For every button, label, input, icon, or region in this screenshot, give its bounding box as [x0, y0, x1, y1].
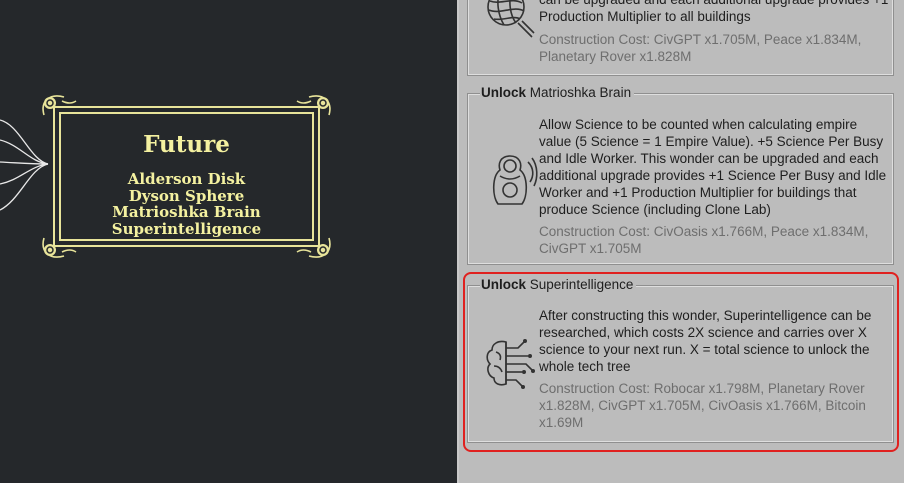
wonder-card-matrioshka-brain[interactable]: Unlock Matrioshka Brain Allow Science to…: [467, 85, 894, 265]
selection-highlight: [463, 272, 899, 452]
era-title: Future: [143, 131, 230, 158]
yarn-ball-icon: [487, 0, 535, 38]
era-wonder-item: Matrioshka Brain: [112, 203, 261, 221]
era-card-future[interactable]: Future Alderson Disk Dyson Sphere Matrio…: [40, 93, 333, 260]
unlock-label: Unlock: [481, 85, 527, 100]
tech-tree-canvas[interactable]: Future Alderson Disk Dyson Sphere Matrio…: [0, 0, 457, 483]
wonder-construction-cost: Construction Cost: CivGPT x1.705M, Peace…: [539, 32, 862, 64]
wonder-name: Matrioshka Brain: [529, 85, 632, 100]
era-wonder-list: Alderson Disk Dyson Sphere Matrioshka Br…: [40, 171, 333, 237]
wonder-description: Allow Science to be counted when calcula…: [539, 117, 887, 217]
era-wonder-item: Dyson Sphere: [128, 186, 245, 205]
era-wonder-item: Alderson Disk: [127, 170, 246, 188]
era-wonder-item: Superintelligence: [111, 219, 262, 238]
wonder-construction-cost: Construction Cost: CivOasis x1.766M, Pea…: [539, 224, 869, 256]
matryoshka-doll-icon: [492, 155, 538, 205]
wonder-description: can be upgraded and each additional upgr…: [539, 0, 888, 24]
wonder-card[interactable]: can be upgraded and each additional upgr…: [467, 0, 894, 76]
wonder-card-header: Unlock Matrioshka Brain: [480, 85, 635, 100]
